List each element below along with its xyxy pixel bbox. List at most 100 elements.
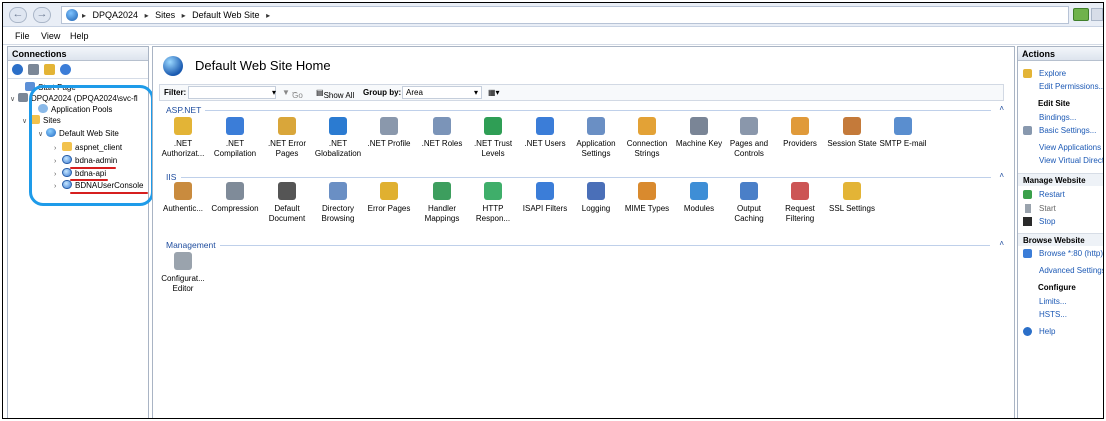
menu-file[interactable]: File	[15, 31, 30, 41]
connect-icon[interactable]	[12, 64, 23, 75]
feature-label: Configurat... Editor	[161, 274, 205, 293]
breadcrumb-sites[interactable]: Sites	[155, 10, 175, 20]
net-roles-icon	[433, 117, 451, 135]
feature-error-pages[interactable]: Error Pages	[364, 182, 414, 214]
collapse-icon[interactable]: ˄	[999, 239, 1004, 248]
view-mode-icon[interactable]: ▦▾	[488, 88, 500, 97]
group-header-iis[interactable]: IIS	[166, 172, 176, 182]
net-error-pages-icon	[278, 117, 296, 135]
save-icon[interactable]	[28, 64, 39, 75]
feature-label: .NET Error Pages	[267, 139, 307, 158]
feature-label: Request Filtering	[785, 204, 815, 223]
net-authorizat-icon	[174, 117, 192, 135]
server-icon	[18, 93, 28, 102]
back-button[interactable]: ←	[9, 7, 27, 23]
group-header-asp-net[interactable]: ASP.NET	[166, 105, 201, 115]
collapse-icon[interactable]: ˄	[999, 104, 1004, 113]
filter-input[interactable]	[188, 86, 276, 99]
feature-net-profile[interactable]: .NET Profile	[364, 117, 414, 149]
ssl-settings-icon	[843, 182, 861, 200]
feature-providers[interactable]: Providers	[775, 117, 825, 149]
feature-net-users[interactable]: .NET Users	[520, 117, 570, 149]
isapi-filters-icon	[536, 182, 554, 200]
feature-compression[interactable]: Compression	[210, 182, 260, 214]
address-bar: ← → ▸ DPQA2024 ▸ Sites ▸ Default Web Sit…	[3, 3, 1103, 27]
feature-label: .NET Compilation	[213, 139, 257, 158]
feature-session-state[interactable]: Session State	[827, 117, 877, 149]
restart-link[interactable]: Restart	[1039, 190, 1065, 199]
breadcrumb-site[interactable]: Default Web Site	[192, 10, 259, 20]
feature-directory-browsing[interactable]: Directory Browsing	[313, 182, 363, 224]
modules-icon	[690, 182, 708, 200]
feature-modules[interactable]: Modules	[674, 182, 724, 214]
start-link[interactable]: Start	[1039, 204, 1056, 213]
default-document-icon	[278, 182, 296, 200]
actions-header: Actions	[1018, 47, 1103, 61]
feature-logging[interactable]: Logging	[571, 182, 621, 214]
globe-icon	[163, 56, 183, 76]
hsts-link[interactable]: HSTS...	[1039, 310, 1067, 319]
connect-icon[interactable]	[1073, 8, 1089, 21]
net-trust-levels-icon	[484, 117, 502, 135]
breadcrumb-server[interactable]: DPQA2024	[93, 10, 139, 20]
machine-key-icon	[690, 117, 708, 135]
view-virtual-dirs-link[interactable]: View Virtual Directories	[1039, 156, 1103, 165]
breadcrumb[interactable]: ▸ DPQA2024 ▸ Sites ▸ Default Web Site ▸	[61, 6, 1069, 24]
feature-pages-and-controls[interactable]: Pages and Controls	[724, 117, 774, 159]
feature-net-globalization[interactable]: .NET Globalization	[313, 117, 363, 159]
feature-output-caching[interactable]: Output Caching	[724, 182, 774, 224]
dropdown-icon[interactable]	[1091, 8, 1103, 21]
feature-default-document[interactable]: Default Document	[262, 182, 312, 224]
advanced-settings-link[interactable]: Advanced Settings...	[1039, 266, 1103, 275]
feature-net-roles[interactable]: .NET Roles	[417, 117, 467, 149]
collapse-icon[interactable]: ˄	[999, 171, 1004, 180]
feature-smtp-e-mail[interactable]: SMTP E-mail	[878, 117, 928, 149]
feature-http-respon[interactable]: HTTP Respon...	[468, 182, 518, 224]
disconnect-icon[interactable]	[60, 64, 71, 75]
bindings-link[interactable]: Bindings...	[1039, 113, 1076, 122]
feature-isapi-filters[interactable]: ISAPI Filters	[520, 182, 570, 214]
stop-icon	[1023, 217, 1032, 226]
feature-machine-key[interactable]: Machine Key	[674, 117, 724, 149]
filter-dropdown-icon[interactable]: ▾	[272, 88, 276, 97]
feature-configurat-editor[interactable]: Configurat... Editor	[158, 252, 208, 294]
edit-permissions-link[interactable]: Edit Permissions...	[1039, 82, 1103, 91]
help-link[interactable]: Help	[1039, 327, 1055, 336]
feature-net-authorizat[interactable]: .NET Authorizat...	[158, 117, 208, 159]
output-caching-icon	[740, 182, 758, 200]
view-applications-link[interactable]: View Applications	[1039, 143, 1101, 152]
feature-net-error-pages[interactable]: .NET Error Pages	[262, 117, 312, 159]
features-pane: Default Web Site Home Filter: ▾ ▼ Go – ▤…	[152, 46, 1015, 418]
menu-view[interactable]: View	[41, 31, 60, 41]
handler-mappings-icon	[433, 182, 451, 200]
group-by-select[interactable]: Area ▾	[402, 86, 482, 99]
limits-link[interactable]: Limits...	[1039, 297, 1067, 306]
feature-handler-mappings[interactable]: Handler Mappings	[417, 182, 467, 224]
feature-authentic[interactable]: Authentic...	[158, 182, 208, 214]
basic-settings-link[interactable]: Basic Settings...	[1039, 126, 1096, 135]
go-button[interactable]: ▼ Go –	[282, 88, 303, 100]
up-icon[interactable]	[44, 64, 55, 75]
net-profile-icon	[380, 117, 398, 135]
feature-label: Connection Strings	[626, 139, 668, 158]
feature-application-settings[interactable]: Application Settings	[571, 117, 621, 159]
feature-request-filtering[interactable]: Request Filtering	[775, 182, 825, 224]
page-title: Default Web Site Home	[195, 58, 331, 73]
menu-help[interactable]: Help	[70, 31, 89, 41]
feature-net-trust-levels[interactable]: .NET Trust Levels	[468, 117, 518, 159]
group-header-management[interactable]: Management	[166, 240, 216, 250]
explore-icon	[1023, 69, 1032, 78]
browse-80-link[interactable]: Browse *:80 (http)	[1039, 249, 1103, 258]
stop-link[interactable]: Stop	[1039, 217, 1055, 226]
explore-link[interactable]: Explore	[1039, 69, 1066, 78]
start-icon	[1025, 204, 1031, 213]
feature-label: Machine Key	[675, 139, 723, 148]
feature-mime-types[interactable]: MIME Types	[622, 182, 672, 214]
feature-net-compilation[interactable]: .NET Compilation	[210, 117, 260, 159]
feature-connection-strings[interactable]: Connection Strings	[622, 117, 672, 159]
show-all-button[interactable]: ▤ Show All	[316, 88, 354, 100]
configurat-editor-icon	[174, 252, 192, 270]
feature-label: HTTP Respon...	[475, 204, 511, 223]
feature-ssl-settings[interactable]: SSL Settings	[827, 182, 877, 214]
forward-button[interactable]: →	[33, 7, 51, 23]
